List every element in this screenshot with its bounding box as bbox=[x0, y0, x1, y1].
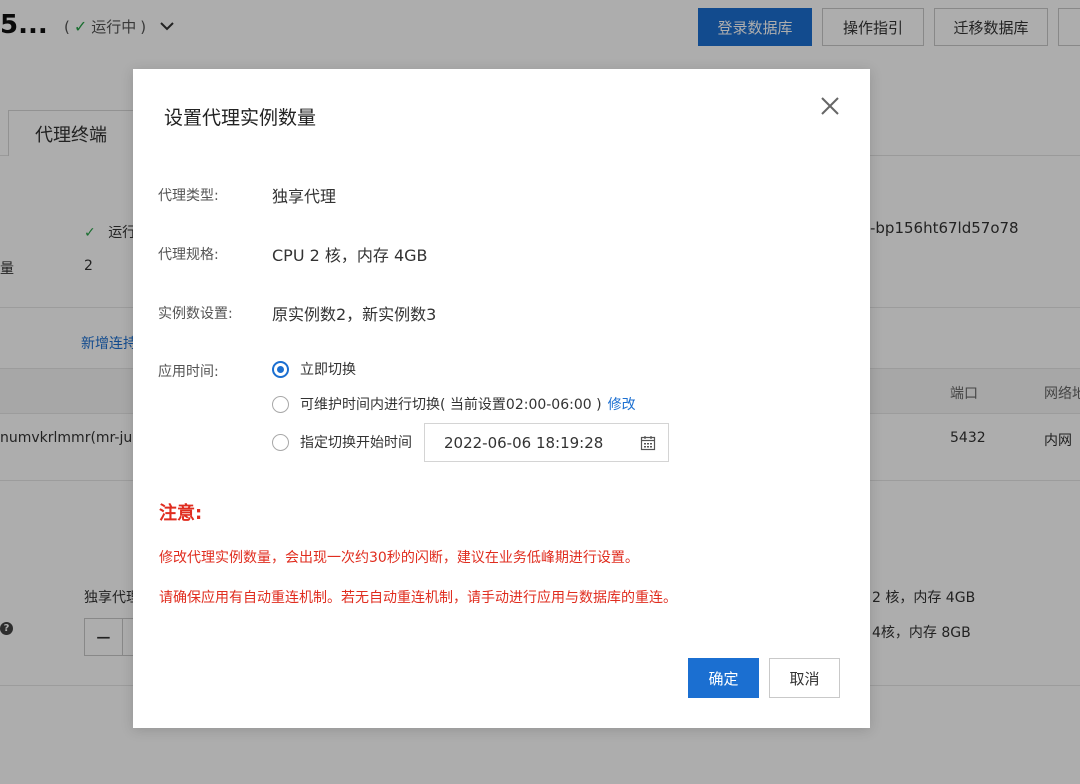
close-icon[interactable] bbox=[817, 93, 843, 119]
instance-count-value: 原实例数2，新实例数3 bbox=[272, 305, 437, 324]
modify-maintenance-link[interactable]: 修改 bbox=[608, 394, 636, 414]
note-line: 修改代理实例数量，会出现一次约30秒的闪断，建议在业务低峰期进行设置。 bbox=[159, 550, 639, 566]
radio-immediate-label: 立即切换 bbox=[300, 362, 356, 378]
proxy-type-label: 代理类型: bbox=[158, 188, 219, 204]
radio-maintenance-label: 可维护时间内进行切换( 当前设置02:00-06:00 ) bbox=[300, 397, 602, 413]
instance-count-label: 实例数设置: bbox=[158, 306, 233, 322]
radio-immediate[interactable]: 立即切换 bbox=[272, 359, 356, 379]
note-line: 请确保应用有自动重连机制。若无自动重连机制，请手动进行应用与数据库的重连。 bbox=[159, 590, 677, 606]
calendar-icon[interactable] bbox=[640, 435, 656, 451]
note-title: 注意: bbox=[159, 503, 203, 524]
radio-button[interactable] bbox=[272, 395, 289, 413]
dialog-title: 设置代理实例数量 bbox=[164, 107, 317, 129]
confirm-button[interactable]: 确定 bbox=[688, 658, 759, 698]
cancel-button[interactable]: 取消 bbox=[769, 658, 840, 698]
proxy-spec-value: CPU 2 核，内存 4GB bbox=[272, 246, 428, 265]
radio-maintenance[interactable]: 可维护时间内进行切换( 当前设置02:00-06:00 ) 修改 bbox=[272, 394, 636, 414]
set-proxy-instance-dialog: 设置代理实例数量 代理类型: 独享代理 代理规格: CPU 2 核，内存 4GB… bbox=[133, 69, 870, 728]
radio-button-checked[interactable] bbox=[272, 360, 289, 378]
radio-button[interactable] bbox=[272, 433, 289, 451]
datetime-value: 2022-06-06 18:19:28 bbox=[444, 433, 604, 452]
apply-time-label: 应用时间: bbox=[158, 364, 219, 380]
proxy-spec-label: 代理规格: bbox=[158, 247, 219, 263]
radio-scheduled-label: 指定切换开始时间 bbox=[300, 435, 412, 451]
datetime-picker[interactable]: 2022-06-06 18:19:28 bbox=[424, 423, 669, 462]
proxy-type-value: 独享代理 bbox=[272, 187, 337, 206]
radio-scheduled[interactable]: 指定切换开始时间 bbox=[272, 432, 412, 452]
